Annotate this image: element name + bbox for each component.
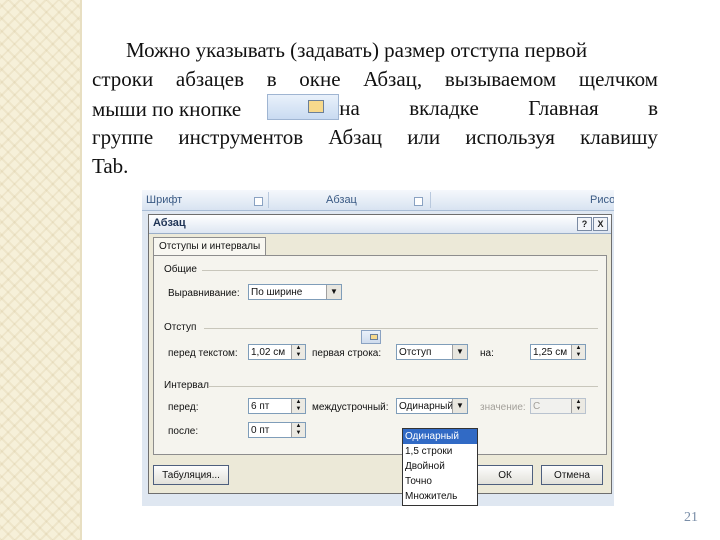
paragraph-line-3-end: на вкладке Главная в [339,96,658,120]
first-line-value: Отступ [399,347,432,358]
before-text-input[interactable]: 1,02 см ▲ ▼ [248,344,306,360]
alignment-value: По ширине [251,287,303,298]
alignment-label: Выравнивание: [168,288,240,299]
first-line-select[interactable]: Отступ ▼ [396,344,468,360]
before-text-label: перед текстом: [168,348,238,359]
paragraph-launcher-button-image [267,94,340,120]
ribbon-strip: Шрифт Абзац Рисо [142,190,614,211]
paragraph-line-3: мыши по кнопке на вкладке Главная в [92,94,658,123]
spacing-before-value: 6 пт [251,401,270,412]
ok-button[interactable]: ОК [477,465,533,485]
paragraph-launcher-icon [361,330,381,344]
paragraph-line-5: Tab. [92,154,129,178]
ribbon-font-group: Шрифт [146,194,183,206]
list-item[interactable]: Множитель [403,489,477,504]
spacing-before-label: перед: [168,402,199,413]
line-spacing-value: Одинарный [399,401,453,412]
list-item[interactable]: Одинарный [403,429,477,444]
slide-left-edge [80,0,82,540]
spacing-group-label: Интервал [164,380,209,391]
dialog-titlebar: Абзац ? X [149,215,611,234]
group-divider [204,328,598,329]
list-item[interactable]: Точно [403,474,477,489]
chevron-down-icon[interactable]: ▼ [326,285,341,299]
spinner-icon[interactable]: ▲ ▼ [291,345,305,359]
ribbon-paragraph-group: Абзац [326,194,357,206]
spacing-before-input[interactable]: 6 пт ▲ ▼ [248,398,306,414]
first-line-label: первая строка: [312,348,382,359]
value-value: С [533,401,541,412]
line-spacing-dropdown-list: Одинарный 1,5 строки Двойной Точно Множи… [402,428,478,506]
value-label: значение: [480,402,526,413]
page-number: 21 [684,510,698,525]
spacing-after-label: после: [168,426,199,437]
paragraph-line-3-text: мыши по кнопке [92,97,242,121]
close-icon[interactable]: X [593,217,608,231]
paragraph-line-1: Можно указывать (задавать) размер отступ… [126,38,588,62]
ribbon-separator [268,192,269,208]
dialog-launcher-icon [308,100,325,113]
general-group-label: Общие [164,264,197,275]
group-divider [202,270,598,271]
before-text-value: 1,02 см [251,347,286,358]
ribbon-drawing-group: Рисо [590,194,614,206]
chevron-down-icon[interactable]: ▼ [452,345,467,359]
spinner-icon: ▲ ▼ [571,399,585,413]
line-spacing-label: междустрочный: [312,402,389,413]
indent-group-label: Отступ [164,322,197,333]
font-launcher-icon[interactable] [254,197,263,206]
chevron-down-icon[interactable]: ▼ [452,399,467,413]
screenshot: Шрифт Абзац Рисо Абзац ? X Отступы и инт… [142,190,614,506]
spacing-after-input[interactable]: 0 пт ▲ ▼ [248,422,306,438]
spacing-after-value: 0 пт [251,425,270,436]
paragraph-launcher-icon[interactable] [414,197,423,206]
on-value: 1,25 см [533,347,568,358]
list-item[interactable]: 1,5 строки [403,444,477,459]
help-icon[interactable]: ? [577,217,592,231]
list-item[interactable]: Двойной [403,459,477,474]
ribbon-separator [430,192,431,208]
tab-indents-spacing[interactable]: Отступы и интервалы [153,237,267,256]
spinner-icon[interactable]: ▲ ▼ [291,399,305,413]
dialog-title: Абзац [153,217,186,229]
paragraph-dialog: Абзац ? X Отступы и интервалы Общие Выра… [148,214,612,494]
paragraph-line-2-text: строки абзацев в окне Абзац, вызываемом щелчко… [92,67,658,91]
paragraph-line-4: группе инструментов Абзац или используя клави… [92,123,658,152]
dialog-launcher-icon [370,334,378,340]
paragraph-line-4-text: группе инструментов Абзац или используя клави… [92,125,658,149]
spinner-icon[interactable]: ▲ ▼ [291,423,305,437]
group-divider [208,386,598,387]
slide-paragraph: Можно указывать (задавать) размер отступ… [92,36,658,181]
on-input[interactable]: 1,25 см ▲ ▼ [530,344,586,360]
paragraph-line-2: строки абзацев в окне Абзац, вызываемом щелчко… [92,65,658,94]
spinner-icon[interactable]: ▲ ▼ [571,345,585,359]
slide-left-decoration [0,0,80,540]
cancel-button[interactable]: Отмена [541,465,603,485]
tab-panel: Общие Выравнивание: По ширине ▼ Отступ п… [153,255,607,455]
alignment-select[interactable]: По ширине ▼ [248,284,342,300]
value-input: С ▲ ▼ [530,398,586,414]
paragraph-line-3-start: мыши по кнопке [92,94,340,123]
tabs-button[interactable]: Табуляция... [153,465,229,485]
line-spacing-select[interactable]: Одинарный ▼ [396,398,468,414]
on-label: на: [480,348,494,359]
